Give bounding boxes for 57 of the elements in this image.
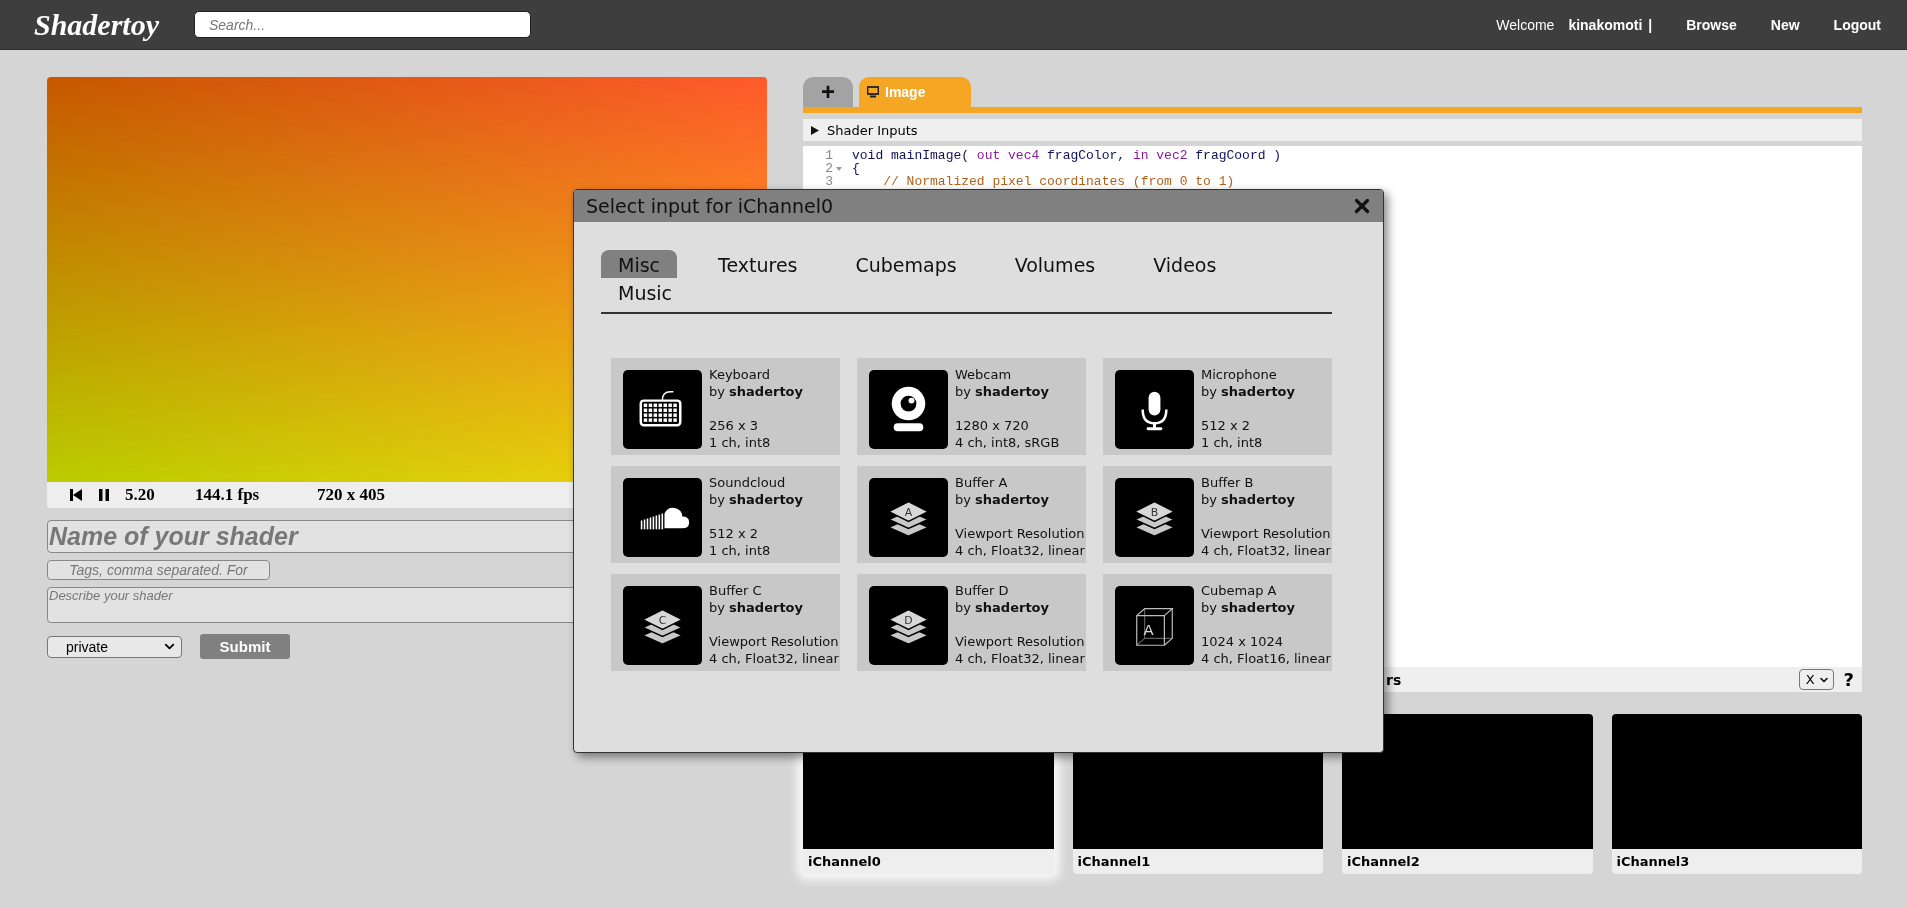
username: kinakomoti xyxy=(1568,16,1643,33)
input-size: Viewport Resolution xyxy=(709,633,839,650)
input-name: Webcam xyxy=(955,366,1013,383)
fps-readout: 144.1 fps xyxy=(195,485,261,505)
layers-icon: B xyxy=(1115,478,1194,557)
input-author: by shadertoy xyxy=(709,383,803,400)
input-size: 1024 x 1024 xyxy=(1201,633,1285,650)
input-author: by shadertoy xyxy=(709,491,803,508)
input-author: by shadertoy xyxy=(955,383,1050,400)
footer-label: rs xyxy=(1386,671,1403,688)
time-readout: 5.20 xyxy=(125,485,156,505)
line-number: 1 xyxy=(824,148,833,163)
layers-icon: C xyxy=(623,586,702,665)
input-format: 1 ch, int8 xyxy=(1201,434,1264,451)
input-size: 512 x 2 xyxy=(709,525,760,542)
input-author: by shadertoy xyxy=(955,491,1050,508)
input-format: 4 ch, Float32, linear xyxy=(955,542,1085,559)
shader-inputs-label: Shader Inputs xyxy=(827,122,918,138)
input-name: Keyboard xyxy=(709,366,772,383)
input-author: by shadertoy xyxy=(955,599,1050,616)
line-number: 3 xyxy=(824,174,833,189)
welcome-text: Welcome xyxy=(1496,16,1555,33)
layers-icon: A xyxy=(869,478,948,557)
dialog-title: Select input for iChannel0 xyxy=(586,195,834,217)
channel-label: iChannel3 xyxy=(1615,853,1691,871)
code-line: // Normalized pixel coordinates (from 0 to 1) xyxy=(882,174,1235,189)
line-number: 2 xyxy=(824,161,833,176)
input-name: Buffer D xyxy=(955,582,1010,599)
input-name: Buffer A xyxy=(955,474,1009,491)
input-name: Microphone xyxy=(1201,366,1278,383)
cube-icon: A xyxy=(1115,586,1194,665)
input-size: 256 x 3 xyxy=(709,417,760,434)
input-author: by shadertoy xyxy=(1201,599,1296,616)
input-author: by shadertoy xyxy=(1201,383,1295,400)
input-format: 4 ch, Float16, linear xyxy=(1201,650,1331,667)
input-format: 1 ch, int8 xyxy=(709,434,772,451)
input-name: Soundcloud xyxy=(709,474,787,491)
separator-text: | xyxy=(1648,16,1653,33)
code-line: { xyxy=(852,161,860,176)
input-format: 4 ch, Float32, linear xyxy=(955,650,1085,667)
input-size: Viewport Resolution xyxy=(1201,525,1331,542)
input-size: 512 x 2 xyxy=(1201,417,1252,434)
input-size: 1280 x 720 xyxy=(955,417,1030,434)
layers-icon: D xyxy=(869,586,948,665)
channel-label: iChannel1 xyxy=(1076,853,1152,871)
code-line: void mainImage( out vec4 fragColor, in vec2 fragCoord ) xyxy=(852,148,1282,163)
input-size: Viewport Resolution xyxy=(955,633,1085,650)
input-author: by shadertoy xyxy=(1201,491,1296,508)
input-format: 4 ch, Float32, linear xyxy=(1201,542,1331,559)
input-size: Viewport Resolution xyxy=(955,525,1085,542)
input-name: Buffer B xyxy=(1201,474,1255,491)
input-format: 4 ch, int8, sRGB xyxy=(955,434,1060,451)
channel-label: iChannel2 xyxy=(1346,853,1421,871)
resolution-readout: 720 x 405 xyxy=(317,485,386,505)
input-format: 4 ch, Float32, linear xyxy=(709,650,839,667)
input-name: Cubemap A xyxy=(1201,582,1278,599)
channel-label: iChannel0 xyxy=(807,853,882,871)
